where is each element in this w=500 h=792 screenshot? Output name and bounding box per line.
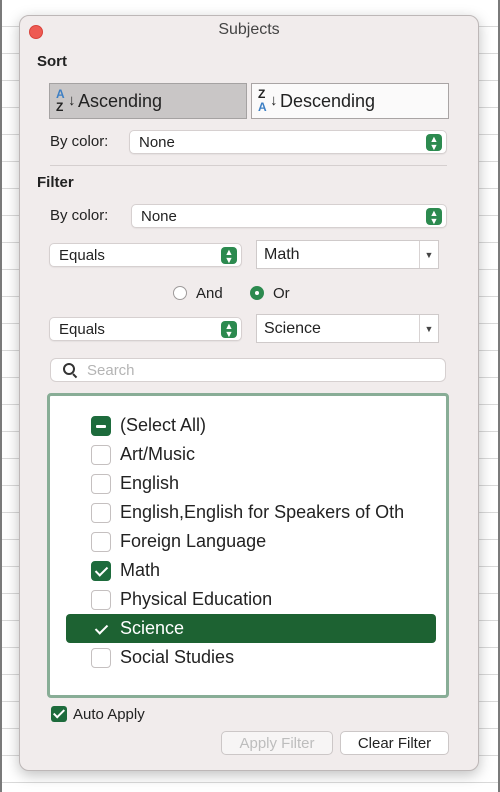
- checkbox[interactable]: [91, 589, 111, 610]
- filter-by-color-value: None: [141, 207, 177, 225]
- checkbox[interactable]: [91, 531, 111, 552]
- sort-by-color-label: By color:: [50, 133, 109, 150]
- checkbox[interactable]: [91, 502, 111, 523]
- auto-apply-label: Auto Apply: [73, 706, 145, 723]
- sort-by-color-select[interactable]: None ▲ ▼: [129, 130, 447, 154]
- stepper-icon: ▲ ▼: [221, 321, 237, 338]
- list-item-highlighted[interactable]: Science: [66, 614, 436, 643]
- checkbox[interactable]: [91, 473, 111, 494]
- sort-descending-button[interactable]: Z A ↓ Descending: [251, 83, 449, 119]
- and-label: And: [196, 285, 223, 302]
- condition2-value-combo[interactable]: Science ▼: [256, 314, 439, 343]
- filter-by-color-select[interactable]: None ▲ ▼: [131, 204, 447, 228]
- list-item-label: Art/Music: [120, 444, 196, 464]
- condition2-operator-value: Equals: [59, 320, 105, 338]
- list-item-label: Math: [120, 560, 161, 580]
- checkbox[interactable]: [91, 647, 111, 668]
- dropdown-arrow-icon[interactable]: ▼: [419, 315, 438, 342]
- or-radio[interactable]: [250, 286, 264, 300]
- condition1-operator-value: Equals: [59, 246, 105, 264]
- auto-apply-checkbox[interactable]: [51, 706, 67, 722]
- apply-filter-button[interactable]: Apply Filter: [221, 731, 333, 755]
- list-item-label: Social Studies: [120, 647, 235, 667]
- or-label: Or: [273, 285, 290, 302]
- list-item-label: Foreign Language: [120, 531, 267, 551]
- checkbox-checked[interactable]: [91, 560, 111, 581]
- search-icon: [63, 363, 77, 377]
- list-item[interactable]: Math: [66, 556, 436, 585]
- dropdown-arrow-icon[interactable]: ▼: [419, 241, 438, 268]
- list-item-label: (Select All): [120, 415, 207, 435]
- checkbox-checked[interactable]: [91, 619, 111, 639]
- list-item-label: Physical Education: [120, 589, 273, 609]
- list-item[interactable]: Physical Education: [66, 585, 436, 614]
- sort-ascending-button[interactable]: A Z ↓ Ascending: [49, 83, 247, 119]
- dialog-title: Subjects: [218, 21, 280, 38]
- filter-heading: Filter: [37, 174, 74, 191]
- sort-by-color-value: None: [139, 133, 175, 151]
- clear-filter-button[interactable]: Clear Filter: [340, 731, 449, 755]
- checkbox[interactable]: [91, 444, 111, 465]
- sort-descending-label: Descending: [280, 90, 376, 111]
- search-field[interactable]: [50, 358, 446, 382]
- stepper-icon: ▲ ▼: [426, 134, 442, 151]
- list-item-label: Science: [120, 618, 185, 638]
- section-divider: [50, 165, 447, 166]
- window-frame-left: [0, 0, 2, 792]
- stepper-icon: ▲ ▼: [426, 208, 442, 225]
- search-input[interactable]: [85, 360, 429, 380]
- condition1-value-combo[interactable]: Math ▼: [256, 240, 439, 269]
- sort-heading: Sort: [37, 53, 67, 70]
- condition2-operator-select[interactable]: Equals ▲ ▼: [49, 317, 242, 341]
- filter-by-color-label: By color:: [50, 207, 109, 224]
- sort-z-to-a-icon: Z A ↓: [258, 87, 278, 114]
- checkbox-mixed[interactable]: [91, 415, 111, 436]
- list-item[interactable]: English,English for Speakers of Oth: [66, 498, 436, 527]
- filter-values-list[interactable]: (Select All) Art/Music English English,E…: [47, 393, 449, 698]
- condition1-operator-select[interactable]: Equals ▲ ▼: [49, 243, 242, 267]
- list-item[interactable]: English: [66, 469, 436, 498]
- list-item[interactable]: Social Studies: [66, 643, 436, 672]
- list-item[interactable]: Art/Music: [66, 440, 436, 469]
- condition2-value: Science: [264, 319, 321, 337]
- list-item-label: English,English for Speakers of Oth: [120, 502, 405, 522]
- list-item-select-all[interactable]: (Select All): [66, 411, 436, 440]
- list-item[interactable]: Foreign Language: [66, 527, 436, 556]
- and-radio[interactable]: [173, 286, 187, 300]
- list-item-label: English: [120, 473, 180, 493]
- condition1-value: Math: [264, 245, 300, 263]
- stepper-icon: ▲ ▼: [221, 247, 237, 264]
- sort-ascending-label: Ascending: [78, 90, 163, 111]
- filter-dialog: Subjects Sort A Z ↓ Ascending Z A ↓ Desc…: [19, 15, 479, 771]
- sort-a-to-z-icon: A Z ↓: [56, 87, 76, 114]
